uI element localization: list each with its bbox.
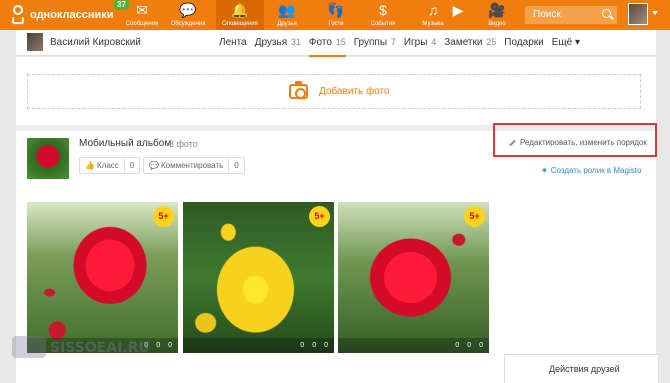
nav-events[interactable]: $ События — [361, 0, 405, 30]
tab-friends[interactable]: Друзья 31 — [255, 37, 301, 57]
like-button[interactable]: 👍 Класс 0 — [79, 157, 141, 174]
nav-friends-label: Друзья — [277, 21, 297, 27]
profile-name[interactable]: Василий Кировский — [50, 37, 141, 48]
nav-video[interactable]: 🎥 Видео — [475, 0, 519, 30]
site-logo[interactable]: одноклассники — [10, 4, 114, 26]
music-icon: ♫ — [427, 2, 439, 18]
nav-notifications[interactable]: 🔔 Оповещения — [216, 0, 264, 30]
logo-text: одноклассники — [30, 9, 114, 21]
search-placeholder: Поиск — [533, 9, 561, 20]
comment-button[interactable]: 💬 Комментировать 0 — [143, 157, 245, 174]
nav-messages-label: Сообщения — [125, 21, 159, 27]
nav-guests[interactable]: 👣 Гости — [314, 0, 358, 30]
profile-avatar[interactable] — [27, 33, 43, 51]
pencil-icon — [509, 139, 516, 147]
ok-logo-icon — [10, 4, 26, 26]
tab-gifts[interactable]: Подарки — [504, 37, 543, 57]
camera-icon — [289, 81, 308, 99]
album-cover[interactable] — [27, 138, 69, 179]
photo-stats: 000 — [338, 338, 489, 353]
user-avatar[interactable] — [628, 3, 648, 25]
friends-activity-label: Действия друзей — [549, 364, 620, 374]
tab-groups[interactable]: Группы 7 — [354, 37, 396, 57]
nav-events-label: События — [370, 21, 396, 27]
album-title[interactable]: Мобильный альбом — [79, 138, 171, 149]
video-play-icon: ▶ — [452, 2, 464, 18]
nav-friends[interactable]: 👥 Друзья — [265, 0, 309, 30]
chevron-down-icon[interactable] — [652, 11, 658, 15]
nav-video-play[interactable]: ▶ — [440, 0, 476, 30]
comment-icon: 💬 — [149, 160, 159, 170]
envelope-icon: ✉ — [136, 2, 148, 18]
tab-games[interactable]: Игры 4 — [404, 37, 436, 57]
rating-badge[interactable]: 5+ — [309, 206, 330, 227]
photo-stats: 000 — [183, 338, 334, 353]
bell-icon: 🔔 — [231, 2, 249, 18]
tab-notes[interactable]: Заметки 25 — [444, 37, 496, 57]
chat-icon: 💬 — [179, 2, 197, 18]
nav-messages[interactable]: ✉ Сообщения — [120, 0, 164, 30]
watermark: SISSOEAI.RU — [50, 340, 150, 356]
nav-guests-label: Гости — [328, 21, 344, 27]
search-icon[interactable] — [602, 9, 611, 18]
red-rose-photo — [338, 202, 489, 353]
nav-discussions-label: Обсуждения — [170, 21, 206, 27]
dollar-icon: $ — [379, 2, 387, 18]
photo-tile[interactable]: 5+ 000 — [27, 202, 178, 353]
tab-photos[interactable]: Фото 15 — [308, 37, 346, 57]
search-input[interactable]: Поиск — [525, 6, 617, 24]
tab-more[interactable]: Ещё ▾ — [552, 37, 580, 57]
profile-tabs: Лента Друзья 31 Фото 15 Группы 7 Игры 4 … — [219, 37, 580, 57]
friends-activity-panel[interactable]: Действия друзей — [504, 354, 659, 383]
rating-badge[interactable]: 5+ — [153, 206, 174, 227]
photos-panel: Добавить фото Мобильный альбом 3 фото 👍 … — [16, 57, 657, 383]
rating-badge[interactable]: 5+ — [464, 206, 485, 227]
footprints-icon: 👣 — [327, 2, 345, 18]
add-photo-label: Добавить фото — [319, 86, 390, 97]
top-navigation-bar: одноклассники 37 ✉ Сообщения 💬 Обсуждени… — [0, 0, 670, 30]
photo-tile[interactable]: 5+ 000 — [183, 202, 334, 353]
nav-video-label: Видео — [488, 21, 506, 27]
add-photo-button[interactable]: Добавить фото — [27, 74, 641, 109]
sparkle-icon: ✷ — [541, 166, 548, 175]
camera-video-icon: 🎥 — [488, 2, 506, 18]
edit-order-link[interactable]: Редактировать, изменить порядок — [509, 138, 647, 147]
red-rose-photo — [27, 202, 178, 353]
nav-notifications-label: Оповещения — [222, 21, 258, 27]
nav-discussions[interactable]: 💬 Обсуждения — [166, 0, 210, 30]
comment-count: 0 — [228, 158, 243, 173]
magisto-link[interactable]: ✷ Создать ролик в Magisto — [541, 166, 641, 175]
thumbs-up-icon: 👍 — [85, 160, 95, 170]
yellow-flower-photo — [183, 202, 334, 353]
tab-feed[interactable]: Лента — [219, 37, 247, 57]
watermark-icon — [12, 336, 46, 358]
album-photo-count: 3 фото — [169, 139, 198, 149]
like-count: 0 — [123, 158, 139, 173]
profile-header: Василий Кировский Лента Друзья 31 Фото 1… — [16, 30, 656, 57]
friends-icon: 👥 — [278, 2, 296, 18]
photo-tile[interactable]: 5+ 000 — [338, 202, 489, 353]
